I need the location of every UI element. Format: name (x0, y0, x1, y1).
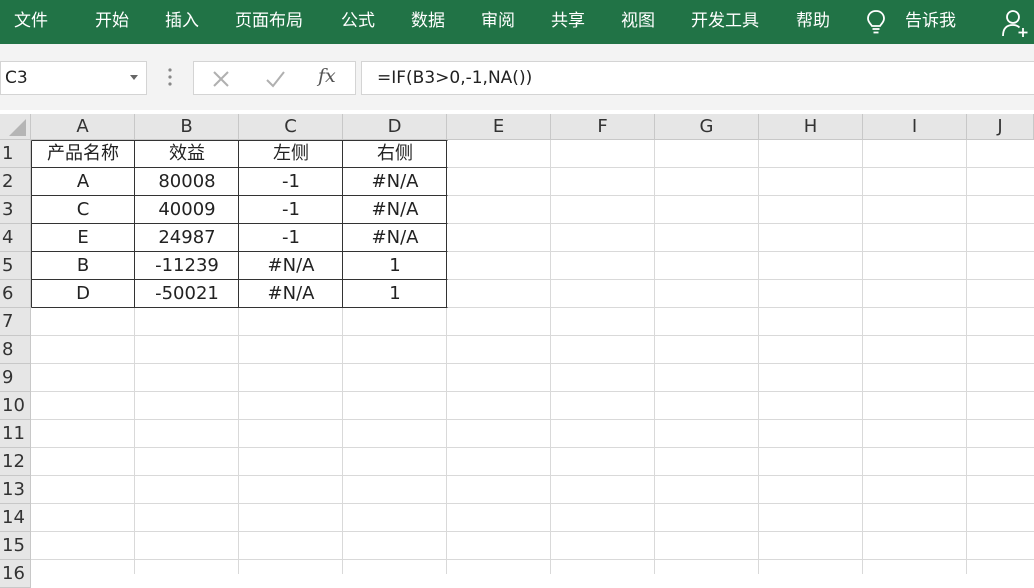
row-header-2[interactable]: 2 (0, 168, 31, 196)
column-header-f[interactable]: F (551, 114, 655, 140)
row-header-16[interactable]: 16 (0, 560, 31, 588)
enter-check-icon[interactable] (264, 68, 286, 90)
row-header-4[interactable]: 4 (0, 224, 31, 252)
tab-share[interactable]: 共享 (551, 0, 585, 44)
row-header-13[interactable]: 13 (0, 476, 31, 504)
cancel-icon[interactable] (210, 68, 232, 90)
cell-c4[interactable]: -1 (239, 224, 343, 252)
drag-handle-icon[interactable] (167, 67, 173, 87)
cell-a2[interactable]: A (31, 168, 135, 196)
spreadsheet-grid: ABCDEFGHIJ 1 2 3 4 5 6 7 8 9 10 11 12 13 14 15 16 产品名称效… (0, 114, 1034, 588)
cell-b2[interactable]: 80008 (135, 168, 239, 196)
ribbon: 文件 开始 插入 页面布局 公式 数据 审阅 共享 视图 开发工具 帮助 告诉我 (0, 0, 1034, 44)
tab-home[interactable]: 开始 (95, 0, 129, 44)
row-header-5[interactable]: 5 (0, 252, 31, 280)
cell-c6[interactable]: #N/A (239, 280, 343, 308)
formula-input[interactable]: =IF(B3>0,-1,NA()) (361, 61, 1034, 95)
cell-d5[interactable]: 1 (343, 252, 447, 280)
tab-insert[interactable]: 插入 (165, 0, 199, 44)
column-header-h[interactable]: H (759, 114, 863, 140)
tab-formulas[interactable]: 公式 (341, 0, 375, 44)
tab-file[interactable]: 文件 (14, 0, 48, 44)
tab-help[interactable]: 帮助 (796, 0, 830, 44)
cell-a5[interactable]: B (31, 252, 135, 280)
tab-review[interactable]: 审阅 (481, 0, 515, 44)
cell-b5[interactable]: -11239 (135, 252, 239, 280)
row-header-8[interactable]: 8 (0, 336, 31, 364)
column-header-d[interactable]: D (343, 114, 447, 140)
tab-view[interactable]: 视图 (621, 0, 655, 44)
select-all-triangle-icon (9, 119, 26, 136)
row-header-7[interactable]: 7 (0, 308, 31, 336)
tab-data[interactable]: 数据 (411, 0, 445, 44)
cell-b3[interactable]: 40009 (135, 196, 239, 224)
row-header-1[interactable]: 1 (0, 140, 31, 168)
row-header-15[interactable]: 15 (0, 532, 31, 560)
column-header-i[interactable]: I (863, 114, 967, 140)
cell-a4[interactable]: E (31, 224, 135, 252)
insert-function-button[interactable]: fx (318, 65, 336, 87)
chevron-down-icon[interactable] (130, 75, 138, 80)
row-header-12[interactable]: 12 (0, 448, 31, 476)
cell-c1[interactable]: 左侧 (239, 140, 343, 168)
row-header-14[interactable]: 14 (0, 504, 31, 532)
cell-a6[interactable]: D (31, 280, 135, 308)
cell-c5[interactable]: #N/A (239, 252, 343, 280)
user-add-icon[interactable] (1000, 8, 1030, 38)
cell-c2[interactable]: -1 (239, 168, 343, 196)
tab-page-layout[interactable]: 页面布局 (235, 0, 303, 44)
formula-value: =IF(B3>0,-1,NA()) (377, 68, 533, 88)
formula-buttons: fx (193, 61, 356, 95)
cell-b4[interactable]: 24987 (135, 224, 239, 252)
column-header-g[interactable]: G (655, 114, 759, 140)
column-header-j[interactable]: J (967, 114, 1034, 140)
select-all-corner[interactable] (0, 114, 31, 140)
cell-d4[interactable]: #N/A (343, 224, 447, 252)
name-box[interactable]: C3 (0, 61, 147, 95)
column-header-a[interactable]: A (31, 114, 135, 140)
row-header-10[interactable]: 10 (0, 392, 31, 420)
column-header-e[interactable]: E (447, 114, 551, 140)
row-header-11[interactable]: 11 (0, 420, 31, 448)
column-header-b[interactable]: B (135, 114, 239, 140)
lightbulb-icon[interactable] (864, 9, 888, 35)
row-header-3[interactable]: 3 (0, 196, 31, 224)
row-header-6[interactable]: 6 (0, 280, 31, 308)
cell-b1[interactable]: 效益 (135, 140, 239, 168)
column-header-c[interactable]: C (239, 114, 343, 140)
cell-a3[interactable]: C (31, 196, 135, 224)
cell-c3[interactable]: -1 (239, 196, 343, 224)
tab-developer[interactable]: 开发工具 (691, 0, 759, 44)
cell-d2[interactable]: #N/A (343, 168, 447, 196)
cell-d1[interactable]: 右侧 (343, 140, 447, 168)
cell-d3[interactable]: #N/A (343, 196, 447, 224)
name-box-value: C3 (5, 68, 28, 88)
cell-a1[interactable]: 产品名称 (31, 140, 135, 168)
tell-me-search[interactable]: 告诉我 (905, 0, 956, 44)
cell-d6[interactable]: 1 (343, 280, 447, 308)
cell-b6[interactable]: -50021 (135, 280, 239, 308)
row-header-9[interactable]: 9 (0, 364, 31, 392)
